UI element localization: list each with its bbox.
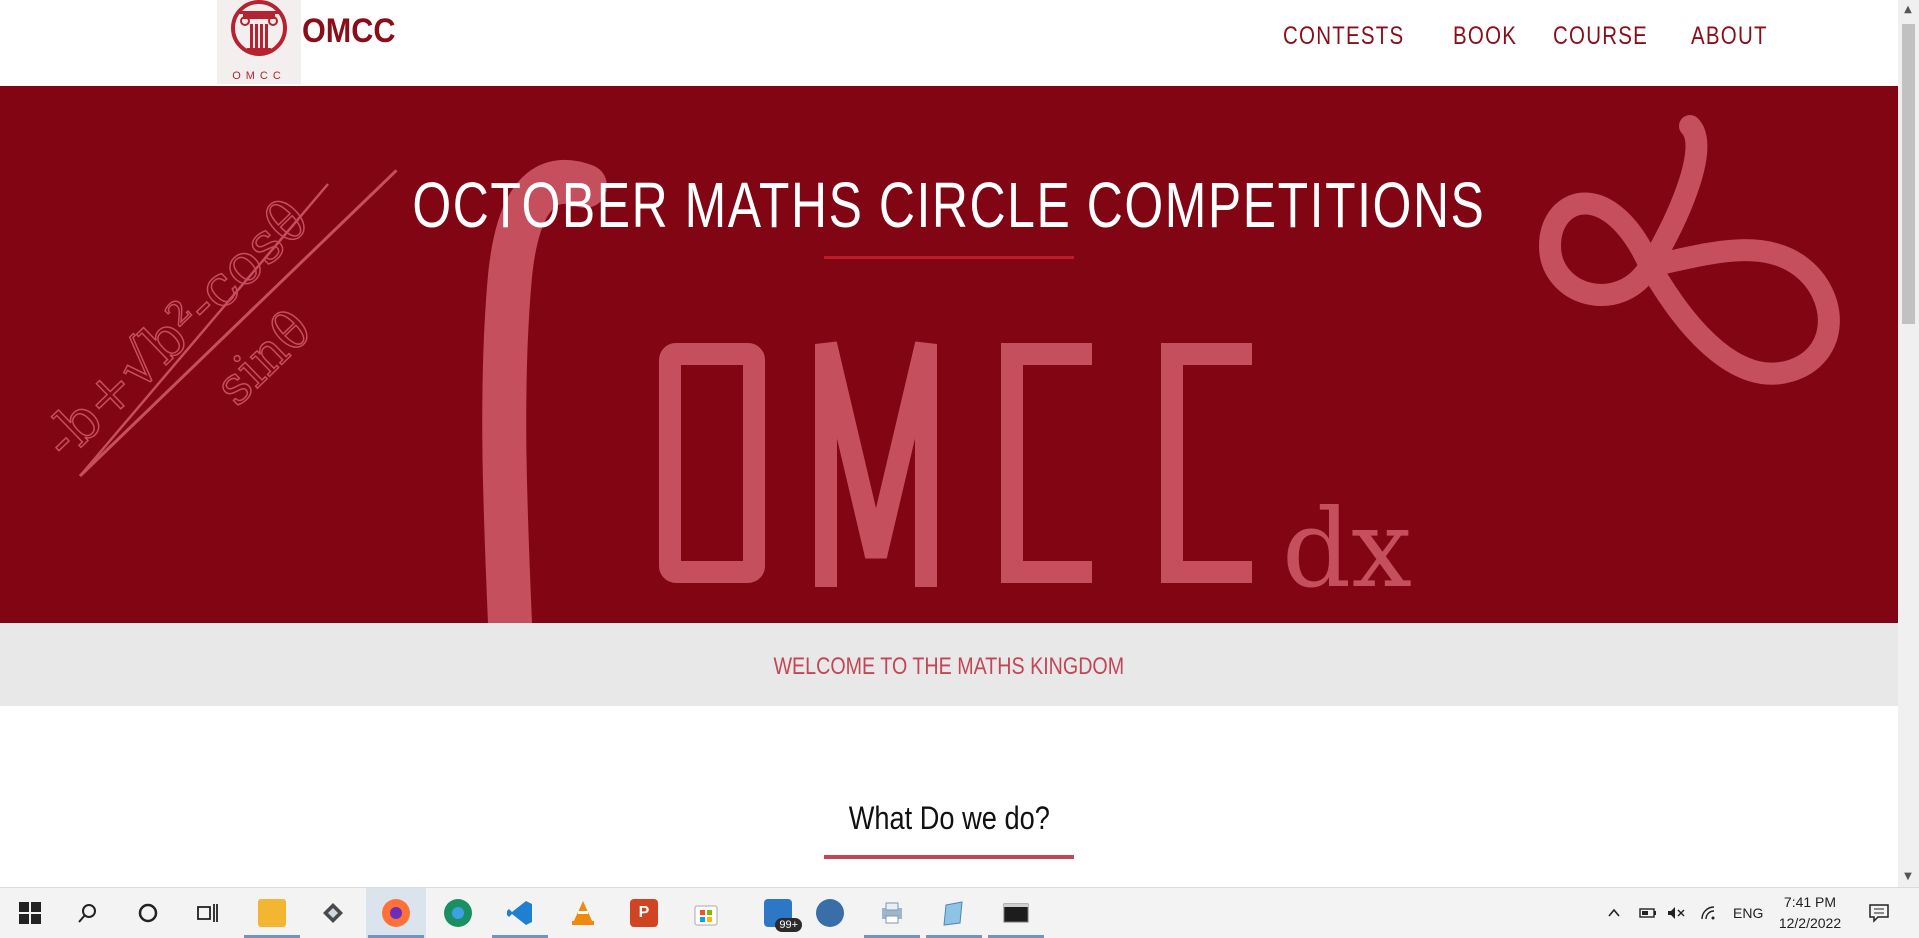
store-icon[interactable] xyxy=(676,888,736,938)
mail-icon[interactable]: 99+ xyxy=(748,888,808,938)
battery-icon[interactable] xyxy=(1638,888,1658,938)
task-view-icon[interactable] xyxy=(178,888,238,938)
printer-icon[interactable] xyxy=(862,888,922,938)
brand-name[interactable]: OMCC xyxy=(302,12,396,51)
hero-decoration: -b+√b²-cosθ sinθ dx xyxy=(30,115,1840,623)
app-icon[interactable] xyxy=(303,888,363,938)
scroll-thumb[interactable] xyxy=(1902,24,1915,324)
volume-muted-icon[interactable] xyxy=(1666,888,1686,938)
notification-icon[interactable] xyxy=(1868,888,1890,938)
scroll-down-icon[interactable]: ▼ xyxy=(1903,872,1913,882)
windows-taskbar: P 99+ ENG 7:41 PM 12/2/2022 xyxy=(0,887,1919,938)
section-title: What Do we do? xyxy=(848,800,1050,836)
hero-banner: -b+√b²-cosθ sinθ dx OCTOBER MATHS CIRCLE… xyxy=(0,86,1898,623)
edge-icon[interactable] xyxy=(428,888,488,938)
nav-book[interactable]: BOOK xyxy=(1453,22,1517,51)
cortana-icon[interactable] xyxy=(118,888,178,938)
clock-date: 12/2/2022 xyxy=(1778,915,1842,931)
language-indicator[interactable]: ENG xyxy=(1733,888,1763,938)
file-explorer-icon[interactable] xyxy=(242,888,302,938)
hero-title-underline xyxy=(824,256,1074,259)
site-header: OMCC OMCC CONTESTS BOOK COURSE ABOUT xyxy=(0,0,1898,86)
hero-title: OCTOBER MATHS CIRCLE COMPETITIONS xyxy=(412,169,1486,241)
main-nav: CONTESTS BOOK COURSE ABOUT xyxy=(1283,22,1807,51)
integral-sign-icon xyxy=(482,159,607,623)
nav-about[interactable]: ABOUT xyxy=(1691,22,1768,51)
globe-icon[interactable] xyxy=(800,888,860,938)
watermark-suffix: dx xyxy=(1282,487,1412,612)
welcome-band: WELCOME TO THE MATHS KINGDOM xyxy=(0,623,1898,706)
browser-viewport: OMCC OMCC CONTESTS BOOK COURSE ABOUT -b+… xyxy=(0,0,1898,887)
search-icon[interactable] xyxy=(58,888,118,938)
notepad-icon[interactable] xyxy=(924,888,984,938)
logo-caption: OMCC xyxy=(232,70,286,82)
omcc-watermark xyxy=(659,341,1252,587)
show-hidden-icons[interactable] xyxy=(1606,888,1622,938)
infinity-icon xyxy=(1538,115,1840,385)
clock-time: 7:41 PM xyxy=(1783,894,1837,910)
mail-badge: 99+ xyxy=(775,918,802,932)
terminal-icon[interactable] xyxy=(986,888,1046,938)
scroll-up-icon[interactable]: ▲ xyxy=(1903,5,1913,15)
pillar-logo-icon xyxy=(231,0,287,56)
wifi-icon[interactable] xyxy=(1700,888,1720,938)
vlc-icon[interactable] xyxy=(553,888,613,938)
nav-course[interactable]: COURSE xyxy=(1553,22,1648,51)
welcome-text: WELCOME TO THE MATHS KINGDOM xyxy=(773,653,1125,680)
page-scrollbar[interactable]: ▲ ▼ xyxy=(1898,0,1919,887)
section-title-underline xyxy=(824,855,1074,859)
vscode-icon[interactable] xyxy=(490,888,550,938)
start-icon[interactable] xyxy=(0,888,60,938)
firefox-icon[interactable] xyxy=(366,888,426,938)
nav-contests[interactable]: CONTESTS xyxy=(1283,22,1404,51)
powerpoint-icon[interactable]: P xyxy=(614,888,674,938)
site-logo[interactable]: OMCC xyxy=(217,0,301,84)
system-clock[interactable]: 7:41 PM 12/2/2022 xyxy=(1770,892,1850,934)
